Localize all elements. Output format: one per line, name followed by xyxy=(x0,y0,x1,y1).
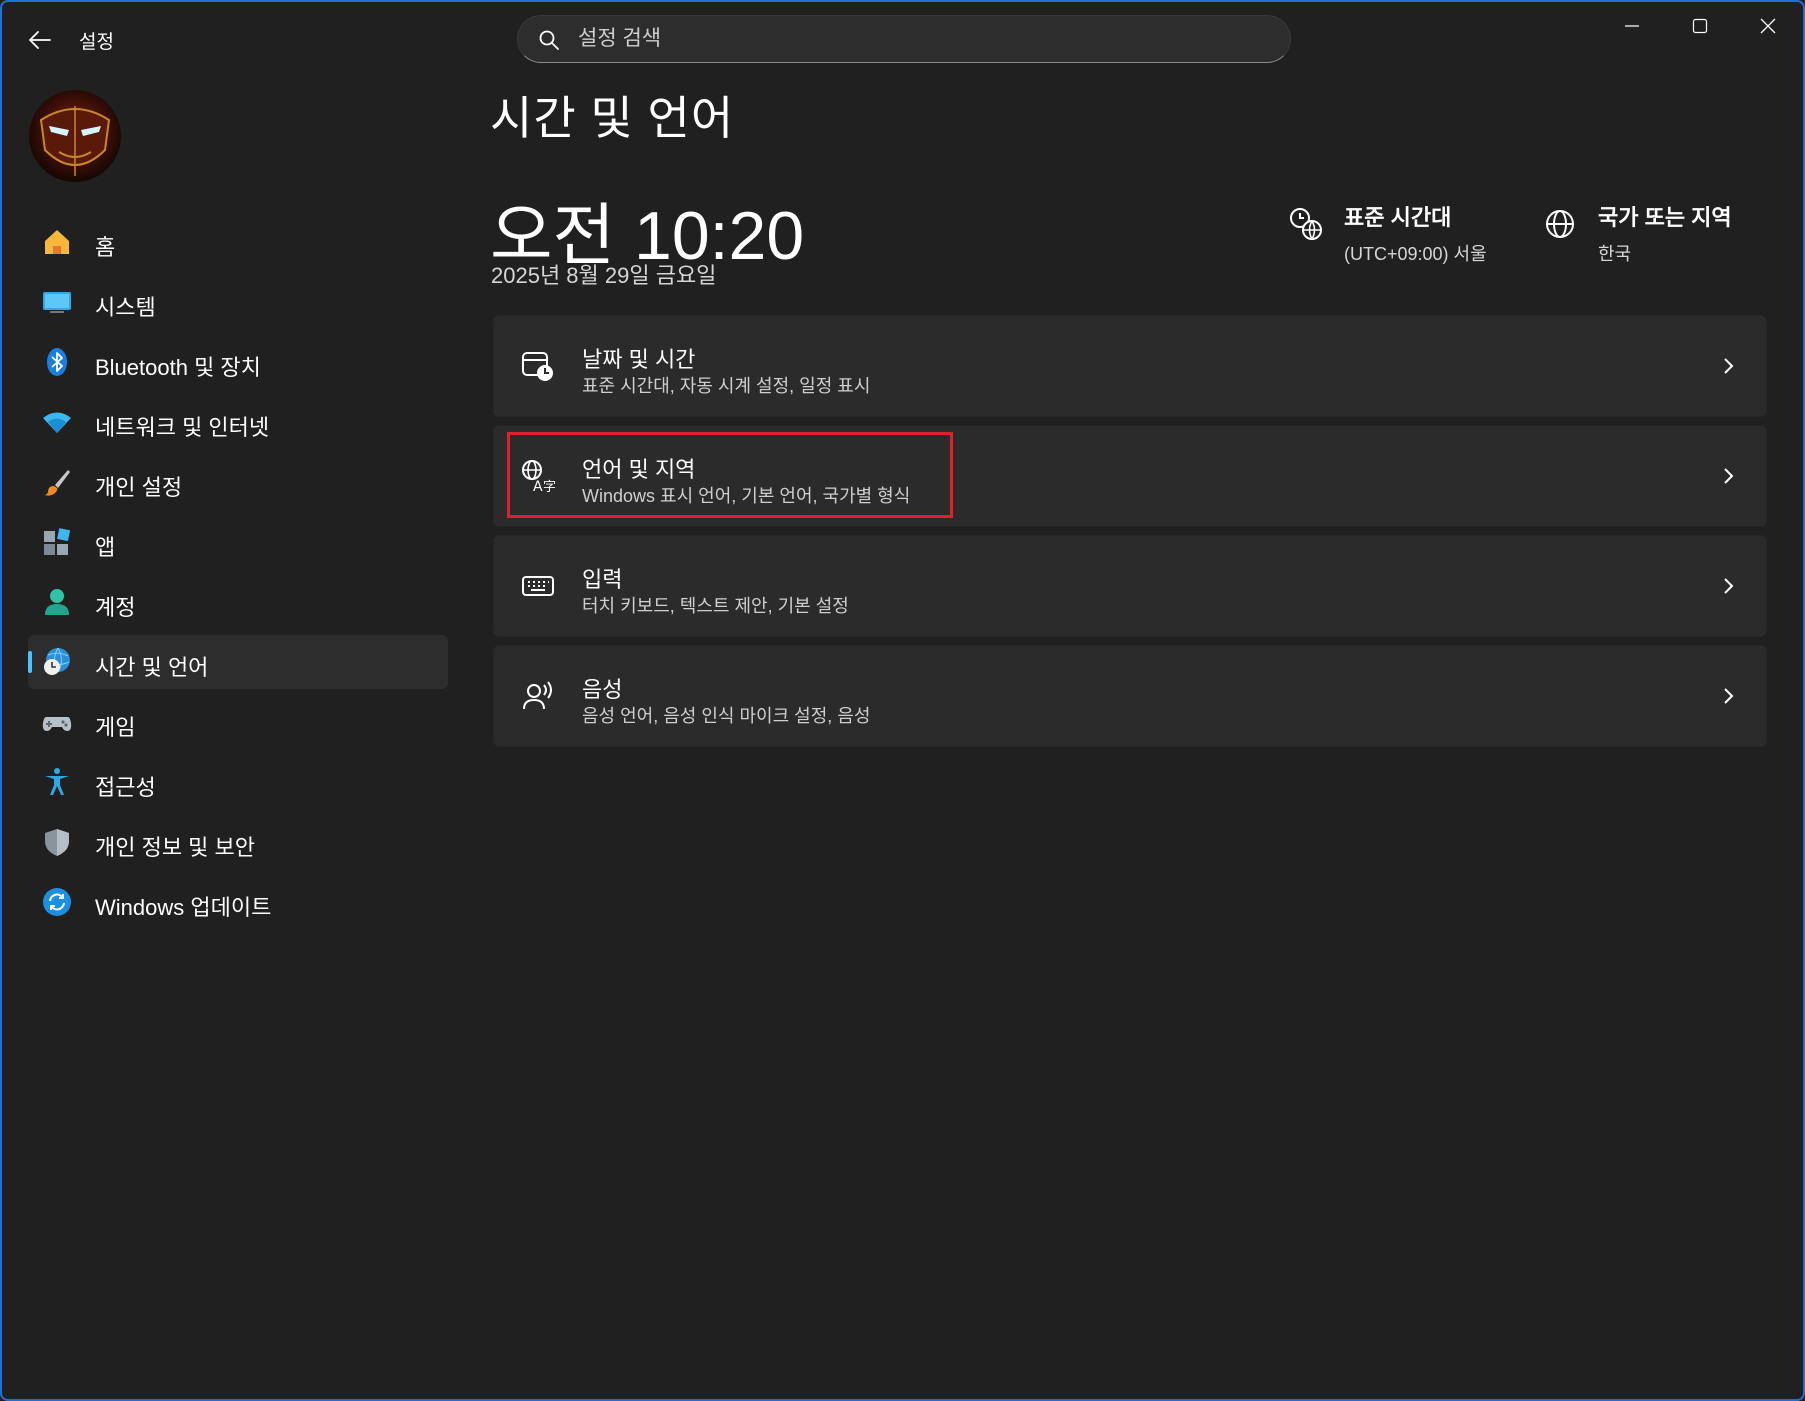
svg-text:字: 字 xyxy=(543,480,556,494)
sidebar-item-time-language[interactable]: 시간 및 언어 xyxy=(28,635,448,689)
minimize-button[interactable] xyxy=(1598,2,1666,50)
user-avatar-icon xyxy=(29,90,121,182)
maximize-icon xyxy=(1692,18,1708,34)
chevron-right-icon xyxy=(1724,688,1734,704)
settings-window: 설정 설정 검색 홈 시스템 Bluetooth 및 장치 네트워크 및 인터넷… xyxy=(0,0,1805,1401)
chevron-right-icon xyxy=(1724,468,1734,484)
card-title: 날짜 및 시간 xyxy=(582,347,696,372)
svg-text:A: A xyxy=(533,479,543,494)
sidebar-item-label: 게임 xyxy=(95,715,136,740)
timezone-info: 표준 시간대 (UTC+09:00) 서울 xyxy=(1288,200,1487,266)
sidebar-item-label: 개인 정보 및 보안 xyxy=(95,835,256,860)
sidebar-item-system[interactable]: 시스템 xyxy=(28,275,448,329)
card-speech[interactable]: 음성 음성 언어, 음성 인식 마이크 설정, 음성 xyxy=(493,645,1767,747)
wifi-icon xyxy=(42,407,72,437)
brush-icon xyxy=(42,467,72,497)
sidebar-item-label: 시간 및 언어 xyxy=(95,655,209,680)
chevron-right-icon xyxy=(1724,578,1734,594)
active-indicator xyxy=(28,651,32,673)
sidebar-item-label: 네트워크 및 인터넷 xyxy=(95,415,270,440)
account-icon xyxy=(42,587,72,617)
card-subtitle: 음성 언어, 음성 인식 마이크 설정, 음성 xyxy=(582,706,871,726)
sidebar-item-home[interactable]: 홈 xyxy=(28,215,448,269)
region-info: 국가 또는 지역 한국 xyxy=(1542,200,1732,266)
update-icon xyxy=(42,887,72,917)
globe-icon xyxy=(1546,210,1574,238)
page-title: 시간 및 언어 xyxy=(490,92,735,144)
current-date: 2025년 8월 29일 금요일 xyxy=(491,263,717,288)
card-date-time[interactable]: 날짜 및 시간 표준 시간대, 자동 시계 설정, 일정 표시 xyxy=(493,315,1767,417)
sidebar-item-label: 접근성 xyxy=(95,775,156,800)
bluetooth-icon xyxy=(42,347,72,377)
search-icon xyxy=(539,30,559,50)
chevron-right-icon xyxy=(1724,358,1734,374)
settings-cards: 날짜 및 시간 표준 시간대, 자동 시계 설정, 일정 표시 A字 언어 및 … xyxy=(493,315,1767,755)
sidebar-item-label: 시스템 xyxy=(95,295,156,320)
sidebar-item-personalization[interactable]: 개인 설정 xyxy=(28,455,448,509)
card-language-region[interactable]: A字 언어 및 지역 Windows 표시 언어, 기본 언어, 국가별 형식 xyxy=(493,425,1767,527)
card-subtitle: 터치 키보드, 텍스트 제안, 기본 설정 xyxy=(582,596,849,616)
sidebar-item-accessibility[interactable]: 접근성 xyxy=(28,755,448,809)
card-title: 입력 xyxy=(582,567,623,592)
close-icon xyxy=(1760,18,1776,34)
timezone-icon xyxy=(1290,208,1322,240)
region-value: 한국 xyxy=(1598,244,1632,264)
time-language-icon xyxy=(42,647,72,677)
shield-icon xyxy=(42,827,72,857)
card-title: 음성 xyxy=(582,677,623,702)
close-button[interactable] xyxy=(1734,2,1802,50)
sidebar-item-gaming[interactable]: 게임 xyxy=(28,695,448,749)
sidebar-item-privacy[interactable]: 개인 정보 및 보안 xyxy=(28,815,448,869)
sidebar-item-label: 개인 설정 xyxy=(95,475,183,500)
apps-icon xyxy=(42,527,72,557)
sidebar-item-label: Windows 업데이트 xyxy=(95,895,272,920)
card-subtitle: 표준 시간대, 자동 시계 설정, 일정 표시 xyxy=(582,376,871,396)
keyboard-icon xyxy=(520,568,556,604)
card-subtitle: Windows 표시 언어, 기본 언어, 국가별 형식 xyxy=(582,486,911,506)
back-arrow-icon xyxy=(29,31,51,49)
gamepad-icon xyxy=(42,707,72,737)
home-icon xyxy=(42,227,72,257)
sidebar-item-network[interactable]: 네트워크 및 인터넷 xyxy=(28,395,448,449)
system-icon xyxy=(42,287,72,317)
language-icon: A字 xyxy=(520,458,556,494)
back-button[interactable] xyxy=(22,22,58,58)
date-time-icon xyxy=(520,348,556,384)
sidebar-item-windows-update[interactable]: Windows 업데이트 xyxy=(28,875,448,929)
sidebar-item-apps[interactable]: 앱 xyxy=(28,515,448,569)
sidebar-item-label: 홈 xyxy=(95,235,116,260)
app-title: 설정 xyxy=(79,32,114,53)
accessibility-icon xyxy=(42,767,72,797)
title-bar: 설정 xyxy=(2,2,1803,74)
card-title: 언어 및 지역 xyxy=(582,457,696,482)
sidebar-item-bluetooth[interactable]: Bluetooth 및 장치 xyxy=(28,335,448,389)
card-typing[interactable]: 입력 터치 키보드, 텍스트 제안, 기본 설정 xyxy=(493,535,1767,637)
sidebar-item-label: Bluetooth 및 장치 xyxy=(95,355,261,380)
sidebar-item-label: 앱 xyxy=(95,535,116,560)
timezone-value: (UTC+09:00) 서울 xyxy=(1344,244,1487,264)
avatar[interactable] xyxy=(29,90,121,182)
search-box[interactable] xyxy=(517,15,1291,63)
sidebar-item-accounts[interactable]: 계정 xyxy=(28,575,448,629)
timezone-title: 표준 시간대 xyxy=(1344,205,1452,230)
minimize-icon xyxy=(1625,25,1639,27)
search-input[interactable] xyxy=(578,16,1258,62)
maximize-button[interactable] xyxy=(1666,2,1734,50)
sidebar-item-label: 계정 xyxy=(95,595,136,620)
speech-icon xyxy=(520,678,556,714)
region-title: 국가 또는 지역 xyxy=(1598,205,1732,230)
sidebar-nav: 홈 시스템 Bluetooth 및 장치 네트워크 및 인터넷 개인 설정 앱 … xyxy=(28,215,448,935)
